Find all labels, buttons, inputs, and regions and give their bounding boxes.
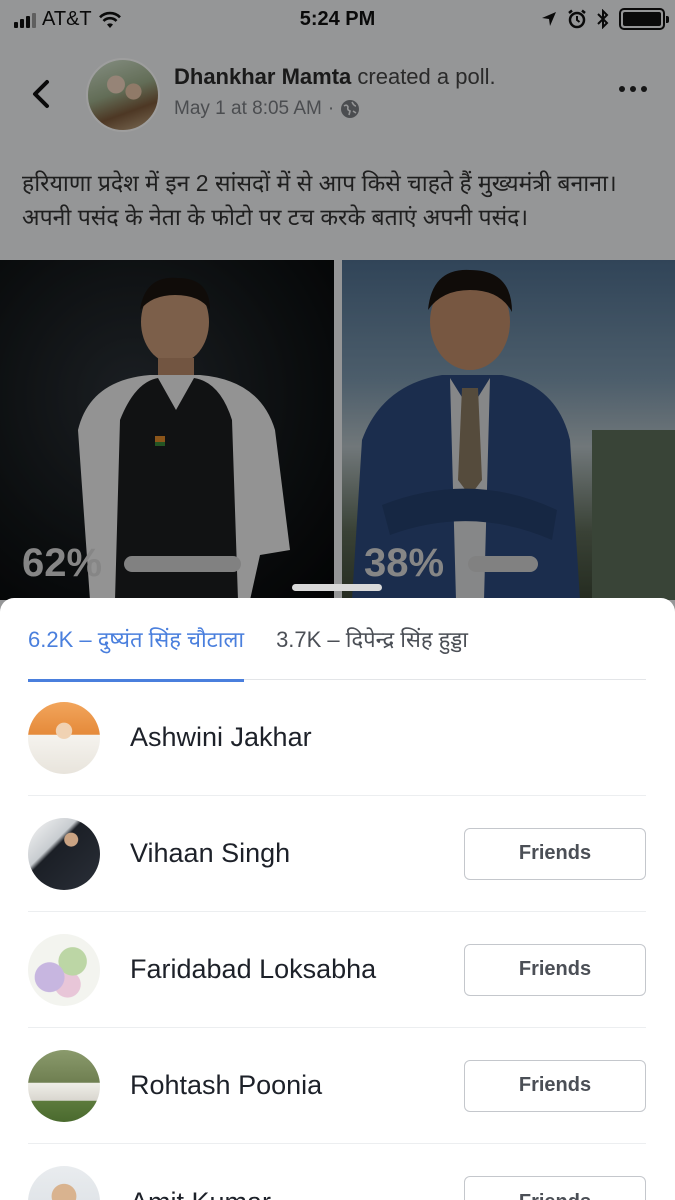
voter-list: Ashwini Jakhar Vihaan Singh Friends Fari… xyxy=(28,680,646,1200)
voter-name[interactable]: Rohtash Poonia xyxy=(130,1070,464,1101)
friends-button[interactable]: Friends xyxy=(464,1059,646,1112)
voters-sheet: 6.2K – दुष्यंत सिंह चौटाला 3.7K – दिपेन्… xyxy=(0,598,675,1200)
voter-name[interactable]: Vihaan Singh xyxy=(130,838,464,869)
voter-name[interactable]: Ashwini Jakhar xyxy=(130,722,646,753)
avatar[interactable] xyxy=(28,1049,100,1122)
tab-option-1[interactable]: 6.2K – दुष्यंत सिंह चौटाला xyxy=(28,598,245,682)
list-item[interactable]: Rohtash Poonia Friends xyxy=(28,1028,646,1144)
poll-tabs: 6.2K – दुष्यंत सिंह चौटाला 3.7K – दिपेन्… xyxy=(28,598,646,682)
avatar[interactable] xyxy=(28,933,100,1006)
voter-name[interactable]: Faridabad Loksabha xyxy=(130,954,464,985)
list-item[interactable]: Amit Kumar Friends xyxy=(28,1144,646,1200)
tab-option-2[interactable]: 3.7K – दिपेन्द्र सिंह हुड्डा xyxy=(276,598,502,680)
list-item[interactable]: Faridabad Loksabha Friends xyxy=(28,912,646,1028)
friends-button[interactable]: Friends xyxy=(464,1176,646,1200)
avatar[interactable] xyxy=(28,1166,100,1200)
list-item[interactable]: Ashwini Jakhar xyxy=(28,680,646,796)
voter-name[interactable]: Amit Kumar xyxy=(130,1187,464,1200)
avatar[interactable] xyxy=(28,701,100,774)
avatar[interactable] xyxy=(28,817,100,890)
friends-button[interactable]: Friends xyxy=(464,827,646,880)
list-item[interactable]: Vihaan Singh Friends xyxy=(28,796,646,912)
modal-dim-overlay[interactable] xyxy=(0,0,675,640)
friends-button[interactable]: Friends xyxy=(464,943,646,996)
sheet-grabber[interactable] xyxy=(292,584,382,591)
